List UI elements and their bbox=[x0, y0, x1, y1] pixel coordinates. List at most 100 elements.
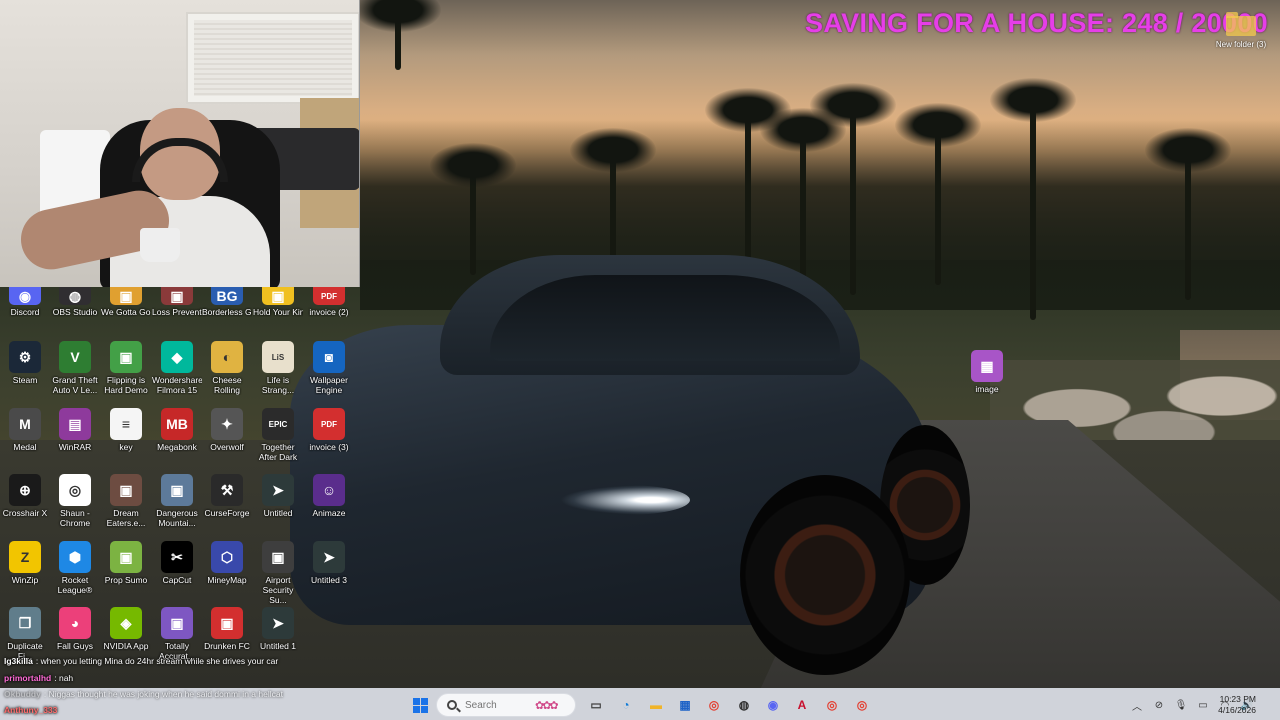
desktop-icon-invoice2[interactable]: PDF invoice (2) bbox=[304, 287, 354, 317]
taskbar-app-store[interactable]: ▦ bbox=[674, 694, 696, 716]
taskbar-app-acrobat[interactable]: A bbox=[791, 694, 813, 716]
desktop-icon-curseforge[interactable]: ⚒ CurseForge bbox=[202, 474, 252, 518]
desktop-icon-winzip[interactable]: Z WinZip bbox=[0, 541, 50, 585]
chat-text: when you letting Mina do 24hr stream whi… bbox=[40, 656, 279, 666]
chrome-icon: ◎ bbox=[826, 698, 838, 712]
desktop-icon-image[interactable]: ▦ image bbox=[962, 350, 1012, 394]
desktop-icon-winrar[interactable]: ▤ WinRAR bbox=[50, 408, 100, 452]
taskbar-search[interactable]: ✿✿✿ bbox=[436, 693, 576, 717]
desktop-icon-dream[interactable]: ▣ Dream Eaters.e... bbox=[101, 474, 151, 528]
desktop-icon-megabonk[interactable]: MB Megabonk bbox=[152, 408, 202, 452]
desktop-icon-rocket[interactable]: ⬢ Rocket League® bbox=[50, 541, 100, 595]
desktop-icon-animaze[interactable]: ☺ Animaze bbox=[304, 474, 354, 518]
taskbar-app-discord[interactable]: ◉ bbox=[762, 694, 784, 716]
folder-icon[interactable] bbox=[1226, 12, 1256, 36]
desktop-icon-label: WinRAR bbox=[58, 442, 92, 452]
file-explorer-icon: ▬ bbox=[650, 698, 662, 712]
desktop-icon-untitled3[interactable]: ➤ Untitled 3 bbox=[304, 541, 354, 585]
desktop-icon-flipping[interactable]: ▣ Flipping is Hard Demo bbox=[101, 341, 151, 395]
desktop-icon-wallpaper[interactable]: ◙ Wallpaper Engine bbox=[304, 341, 354, 395]
desktop-icon-medal[interactable]: M Medal bbox=[0, 408, 50, 452]
desktop-icon-label: Steam bbox=[12, 375, 38, 385]
desktop-icon-key[interactable]: ≡ key bbox=[101, 408, 151, 452]
wallpaper-palm bbox=[1145, 128, 1231, 300]
taskbar-app-obs[interactable]: ◍ bbox=[733, 694, 755, 716]
wallpaper-engine-icon: ◙ bbox=[313, 341, 345, 373]
desktop-icon-dangerous[interactable]: ▣ Dangerous Mountai... bbox=[152, 474, 202, 528]
desktop-icon-label: Wondershare Filmora 15 bbox=[152, 375, 202, 395]
pdf-icon: PDF bbox=[313, 287, 345, 305]
desktop-icon-filmora[interactable]: ◆ Wondershare Filmora 15 bbox=[152, 341, 202, 395]
desktop-icon-duplicate[interactable]: ❐ Duplicate Fi... bbox=[0, 607, 50, 661]
desktop-icon-borderless[interactable]: BG Borderless Gaming bbox=[202, 287, 252, 317]
desktop-icon-cheese[interactable]: ◐ Cheese Rolling bbox=[202, 341, 252, 395]
desktop-icon-drunken[interactable]: ▣ Drunken FC bbox=[202, 607, 252, 651]
desktop-icon-capcut[interactable]: ✂ CapCut bbox=[152, 541, 202, 585]
saving-goal-banner: SAVING FOR A HOUSE: 248 / 20000 bbox=[805, 8, 1268, 38]
desktop-icon-gta[interactable]: V Grand Theft Auto V Le... bbox=[50, 341, 100, 395]
display-icon[interactable]: ▭ bbox=[1196, 698, 1210, 712]
desktop-icon-label: CurseForge bbox=[204, 508, 250, 518]
desktop-icon-label: Grand Theft Auto V Le... bbox=[52, 375, 98, 395]
text-file-icon: ≡ bbox=[110, 408, 142, 440]
desktop-icon-loss[interactable]: ▣ Loss Preventi... bbox=[152, 287, 202, 317]
desktop-icon-label: Loss Preventi... bbox=[152, 307, 202, 317]
microphone-icon[interactable]: 🎙 bbox=[1174, 698, 1188, 712]
life-is-strange-icon: LiS bbox=[262, 341, 294, 373]
desktop-icon-overwolf[interactable]: ✦ Overwolf bbox=[202, 408, 252, 452]
desktop-icon-label: Borderless Gaming bbox=[202, 307, 252, 317]
desktop-icon-holdyour[interactable]: ▣ Hold Your King Demo bbox=[253, 287, 303, 317]
desktop-icon-crosshair[interactable]: ⊕ Crosshair X bbox=[0, 474, 50, 518]
desktop-icon-fallguys[interactable]: ◕ Fall Guys bbox=[50, 607, 100, 651]
desktop-icon-airport[interactable]: ▣ Airport Security Su... bbox=[253, 541, 303, 605]
taskbar-app-explorer[interactable]: ▬ bbox=[645, 694, 667, 716]
desktop-icon-invoice3[interactable]: PDF invoice (3) bbox=[304, 408, 354, 452]
desktop-icon-label: Shaun - Chrome bbox=[59, 508, 91, 528]
winrar-icon: ▤ bbox=[59, 408, 91, 440]
desktop-icon-untitled1[interactable]: ➤ Untitled 1 bbox=[253, 607, 303, 651]
desktop-icon-propsumo[interactable]: ▣ Prop Sumo bbox=[101, 541, 151, 585]
taskbar-app-chrome2[interactable]: ◎ bbox=[821, 694, 843, 716]
taskbar-clock[interactable]: 10:23 PM 4/16/2026 bbox=[1218, 694, 1256, 716]
desktop-icon-label: invoice (3) bbox=[309, 442, 349, 452]
taskbar-app-chrome[interactable]: ◎ bbox=[703, 694, 725, 716]
desktop-icon-label: Untitled 1 bbox=[260, 641, 296, 651]
taskbar-app-file-view[interactable]: ▭ bbox=[585, 694, 607, 716]
chat-message: primortalhd: nah bbox=[4, 673, 73, 684]
desktop-icon-lifestrange[interactable]: LiS Life is Strang... bbox=[253, 341, 303, 395]
start-button[interactable] bbox=[409, 694, 431, 716]
wallpaper-palm bbox=[355, 0, 441, 70]
shortcut-icon: ➤ bbox=[313, 541, 345, 573]
overwolf-icon: ✦ bbox=[211, 408, 243, 440]
game-icon: ▣ bbox=[110, 541, 142, 573]
desktop-icon-label: NVIDIA App bbox=[103, 641, 149, 651]
chevron-up-icon[interactable]: ︿ bbox=[1130, 698, 1144, 713]
search-input[interactable] bbox=[465, 699, 535, 711]
filmora-icon: ◆ bbox=[161, 341, 193, 373]
desktop-icon-discord[interactable]: ◉ Discord bbox=[0, 287, 50, 317]
desktop-icon-totally[interactable]: ▣ Totally Accurat... bbox=[152, 607, 202, 661]
desktop-icon-steam[interactable]: ⚙ Steam bbox=[0, 341, 50, 385]
desktop-icon-label: We Gotta Go Demo bbox=[101, 307, 151, 317]
desktop-icon-together[interactable]: EPIC Together After Dark bbox=[253, 408, 303, 462]
desktop-icon-label: Untitled bbox=[263, 508, 293, 518]
car-windshield bbox=[490, 275, 840, 361]
desktop-icon-wegotta[interactable]: ▣ We Gotta Go Demo bbox=[101, 287, 151, 317]
desktop-icon-obs[interactable]: ◍ OBS Studio bbox=[50, 287, 100, 317]
taskbar-app-chrome3[interactable]: ◎ bbox=[851, 694, 873, 716]
taskbar-app-edge[interactable]: ◔ bbox=[615, 694, 637, 716]
desktop-icon-untitled[interactable]: ➤ Untitled bbox=[253, 474, 303, 518]
image-file-icon: ▦ bbox=[971, 350, 1003, 382]
game-icon: ▣ bbox=[110, 474, 142, 506]
desktop-icon-mineymap[interactable]: ⬡ MineyMap bbox=[202, 541, 252, 585]
gta-icon: V bbox=[59, 341, 91, 373]
desktop-icon-label: MineyMap bbox=[207, 575, 247, 585]
chrome-icon: ◎ bbox=[856, 698, 868, 712]
desktop-icon-chrome[interactable]: ◎ Shaun - Chrome bbox=[50, 474, 100, 528]
folder-label[interactable]: New folder (3) bbox=[1212, 40, 1270, 50]
desktop-icon-label: image bbox=[975, 384, 999, 394]
windows-logo-icon bbox=[412, 697, 428, 713]
network-icon[interactable]: ⊘ bbox=[1152, 698, 1166, 712]
desktop-icon-nvidia[interactable]: ◈ NVIDIA App bbox=[101, 607, 151, 651]
chat-username: Anthuny_333 bbox=[4, 705, 58, 715]
